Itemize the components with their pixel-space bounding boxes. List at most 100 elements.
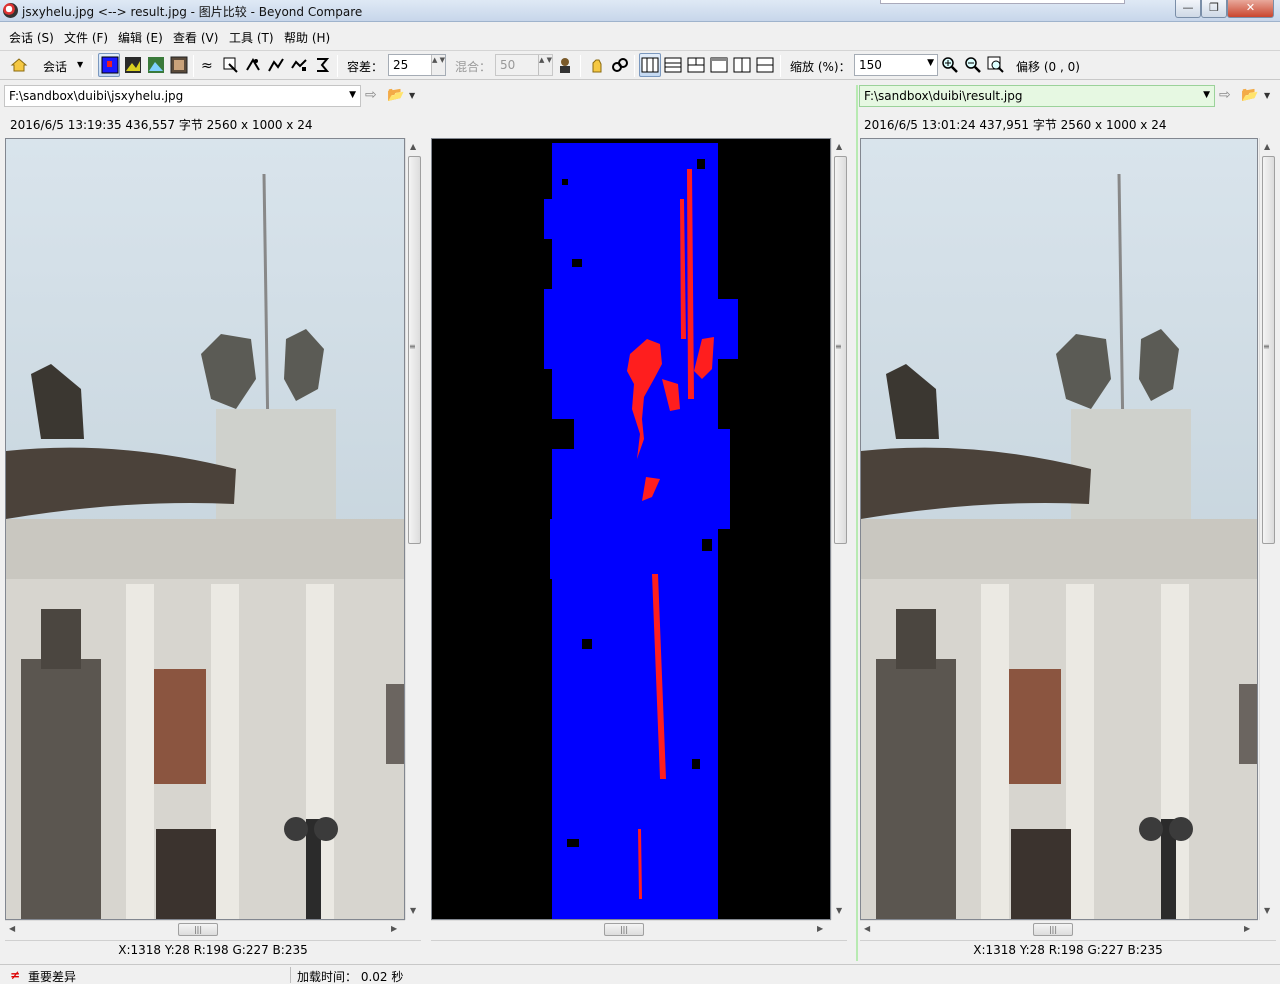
layout-single-icon[interactable]: [710, 56, 728, 74]
toolbar-separator: [92, 55, 93, 77]
svg-text:≈: ≈: [201, 58, 213, 74]
blend-value: 50: [500, 58, 516, 72]
scroll-thumb[interactable]: |||: [1033, 923, 1073, 936]
zoom-in-icon[interactable]: [941, 56, 959, 74]
diff-image-pane[interactable]: [431, 138, 831, 920]
status-bar: ≠ 重要差异 加载时间： 0.02 秒: [0, 964, 1280, 984]
app-icon[interactable]: [3, 3, 18, 18]
left-horizontal-scrollbar[interactable]: ◀ ||| ▶: [5, 920, 405, 937]
diff-map: [432, 139, 830, 919]
folder-open-icon[interactable]: 📂: [1241, 87, 1258, 103]
folder-open-icon[interactable]: 📂: [387, 87, 404, 103]
right-path-input[interactable]: F:\sandbox\duibi\result.jpg ▼: [859, 85, 1215, 107]
approx-icon[interactable]: ≈: [198, 56, 216, 74]
last-diff-icon[interactable]: [290, 56, 308, 74]
zoom-select[interactable]: 150 ▼: [854, 54, 938, 76]
layout-two-rows-icon[interactable]: [756, 56, 774, 74]
scroll-right-icon[interactable]: ▶: [817, 924, 823, 933]
menu-file[interactable]: 文件 (F): [64, 29, 108, 46]
load-time-label: 加载时间： 0.02 秒: [297, 970, 404, 984]
chevron-down-icon[interactable]: ▼: [409, 91, 415, 100]
menu-edit[interactable]: 编辑 (E): [118, 29, 163, 46]
diff-vertical-scrollbar[interactable]: ▲ ≡ ▼: [831, 138, 848, 920]
blend-spinner[interactable]: 50 ▲ ▼: [495, 54, 553, 76]
right-file-info: 2016/6/5 13:01:24 437,951 字节 2560 x 1000…: [864, 118, 1167, 132]
tolerance-value: 25: [393, 58, 409, 72]
left-vertical-scrollbar[interactable]: ▲ ≡ ▼: [405, 138, 422, 920]
minimize-button[interactable]: —: [1175, 0, 1201, 18]
left-image-pane[interactable]: [5, 138, 405, 920]
show-right-icon[interactable]: [170, 56, 188, 74]
scroll-down-icon[interactable]: ▼: [1264, 906, 1270, 915]
scroll-right-icon[interactable]: ▶: [1244, 924, 1250, 933]
next-diff-icon[interactable]: [221, 56, 239, 74]
scroll-up-icon[interactable]: ▲: [1264, 142, 1270, 151]
session-dropdown-icon[interactable]: ▼: [77, 60, 83, 69]
left-pixel-info: X:1318 Y:28 R:198 G:227 B:235: [5, 940, 421, 960]
spin-arrows-icon[interactable]: ▲ ▼: [431, 55, 445, 75]
forward-arrow-icon[interactable]: ⇨: [1219, 87, 1231, 103]
tolerance-label: 容差：: [347, 60, 384, 74]
chevron-down-icon[interactable]: ▼: [349, 90, 356, 100]
swap-icon[interactable]: [313, 56, 331, 74]
tolerance-spinner[interactable]: 25 ▲ ▼: [388, 54, 446, 76]
diff-type-label: 重要差异: [28, 970, 77, 984]
show-diff-icon[interactable]: [101, 56, 119, 74]
blend-label: 混合：: [455, 60, 492, 74]
menu-bar: 会话 (S) 文件 (F) 编辑 (E) 查看 (V) 工具 (T) 帮助 (H…: [0, 26, 1280, 48]
prev-diff-icon[interactable]: [244, 56, 262, 74]
diff-pixel-info: [431, 940, 847, 960]
spin-arrows-icon[interactable]: ▲ ▼: [538, 55, 552, 75]
status-divider: [290, 967, 291, 983]
menu-help[interactable]: 帮助 (H): [284, 29, 330, 46]
link-icon[interactable]: [611, 56, 629, 74]
scroll-left-icon[interactable]: ◀: [864, 924, 870, 933]
layout-three-columns-icon[interactable]: [641, 56, 659, 74]
session-button[interactable]: 会话: [43, 58, 67, 75]
menu-tools[interactable]: 工具 (T): [229, 29, 274, 46]
scroll-down-icon[interactable]: ▼: [410, 906, 416, 915]
right-image-pane[interactable]: [860, 138, 1258, 920]
chevron-down-icon[interactable]: ▼: [1264, 91, 1270, 100]
hand-icon[interactable]: [588, 56, 606, 74]
left-photo: [6, 139, 404, 919]
scroll-up-icon[interactable]: ▲: [410, 142, 416, 151]
maximize-button[interactable]: ❐: [1201, 0, 1227, 18]
scroll-thumb[interactable]: |||: [178, 923, 218, 936]
scroll-down-icon[interactable]: ▼: [836, 906, 842, 915]
right-panel-border: [856, 85, 858, 961]
scroll-thumb[interactable]: |||: [604, 923, 644, 936]
show-left-icon[interactable]: [124, 56, 142, 74]
zoom-fit-icon[interactable]: [987, 56, 1005, 74]
right-horizontal-scrollbar[interactable]: ◀ ||| ▶: [860, 920, 1258, 937]
right-path-value: F:\sandbox\duibi\result.jpg: [864, 89, 1023, 103]
forward-arrow-icon[interactable]: ⇨: [365, 87, 377, 103]
grip-icon: ≡: [409, 342, 416, 351]
home-icon[interactable]: [10, 56, 28, 74]
layout-two-columns-icon[interactable]: [733, 56, 751, 74]
scroll-up-icon[interactable]: ▲: [836, 142, 842, 151]
chevron-down-icon[interactable]: ▼: [927, 58, 934, 68]
scroll-right-icon[interactable]: ▶: [391, 924, 397, 933]
user-icon[interactable]: [556, 56, 574, 74]
right-vertical-scrollbar[interactable]: ▲ ≡ ▼: [1259, 138, 1276, 920]
close-button[interactable]: ✕: [1227, 0, 1274, 18]
toolbar-separator: [580, 55, 581, 77]
right-pixel-info: X:1318 Y:28 R:198 G:227 B:235: [860, 940, 1276, 960]
zoom-out-icon[interactable]: [964, 56, 982, 74]
menu-session[interactable]: 会话 (S): [9, 29, 54, 46]
right-photo: [861, 139, 1257, 919]
toolbar-separator: [634, 55, 635, 77]
first-diff-icon[interactable]: [267, 56, 285, 74]
chevron-down-icon[interactable]: ▼: [1203, 90, 1210, 100]
left-path-input[interactable]: F:\sandbox\duibi\jsxyhelu.jpg ▼: [4, 85, 361, 107]
show-both-icon[interactable]: [147, 56, 165, 74]
diff-marker-icon: ≠: [10, 968, 21, 982]
scroll-left-icon[interactable]: ◀: [9, 924, 15, 933]
diff-horizontal-scrollbar[interactable]: ||| ▶: [431, 920, 831, 937]
layout-grid-icon[interactable]: [687, 56, 705, 74]
toolbar-separator: [193, 55, 194, 77]
menu-view[interactable]: 查看 (V): [173, 29, 218, 46]
layout-three-rows-icon[interactable]: [664, 56, 682, 74]
window-title: jsxyhelu.jpg <--> result.jpg - 图片比较 - Be…: [22, 5, 363, 19]
